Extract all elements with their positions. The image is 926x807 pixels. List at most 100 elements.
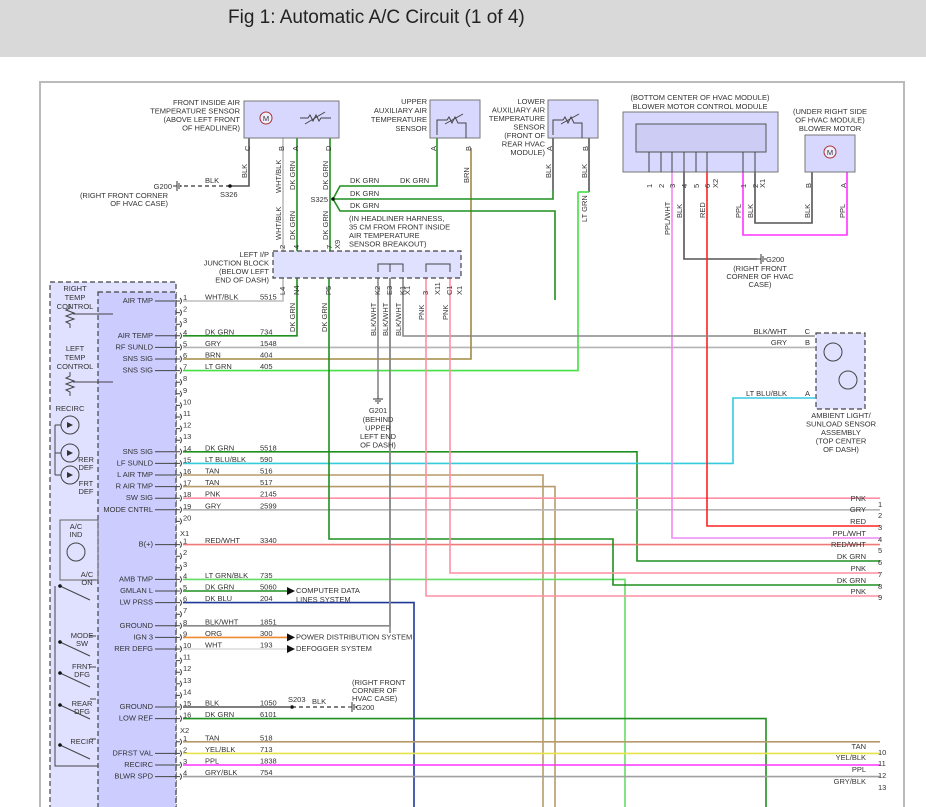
circuit-number: 754 — [260, 768, 273, 777]
pin-function-label: SNS SIG — [123, 447, 154, 456]
blower-motor-label: BLOWER MOTOR — [799, 124, 862, 133]
right-connector-wire-label: PPL/WHT — [833, 529, 867, 538]
pin-terminal — [176, 564, 182, 572]
right-connector-wire-label: GRY — [850, 505, 866, 514]
wire-color-label: BLK/WHT — [754, 327, 788, 336]
circuit-number: 518 — [260, 733, 273, 742]
wire-color-label: PNK — [417, 305, 426, 320]
right-connector-wire-label: DK GRN — [837, 552, 866, 561]
blower-module-pin: 1 — [645, 184, 654, 188]
pin-terminal — [176, 471, 182, 479]
switch-pivot — [58, 703, 62, 707]
wire-color-label: TAN — [205, 733, 219, 742]
wire-color-label: DK GRN — [205, 583, 234, 592]
pin-number: 15 — [183, 699, 191, 708]
pin-number: 14 — [183, 687, 191, 696]
pin-number: 2 — [183, 548, 187, 557]
pin-label: B — [581, 146, 590, 151]
circuit-number: 2599 — [260, 501, 277, 510]
right-connector-pin: 11 — [878, 759, 886, 768]
pin-function-label: AIR TMP — [123, 296, 153, 305]
upper-aux-sensor-label: SENSOR — [395, 124, 427, 133]
frnt-dfg-label: DFG — [74, 670, 90, 679]
pin-function-label: SW SIG — [126, 493, 153, 502]
pin-terminal — [176, 645, 182, 653]
pin-function-label: AMB TMP — [119, 574, 153, 583]
splice-s325 — [331, 197, 335, 201]
right-temp-control-label: TEMP — [65, 293, 86, 302]
circuit-number: 5060 — [260, 583, 277, 592]
junction-bottom-pin: E3 — [385, 286, 394, 295]
pin-terminal — [176, 657, 182, 664]
pin-number: 18 — [183, 490, 191, 499]
pin-terminal — [176, 332, 182, 340]
ambient-sensor-label: OF DASH) — [823, 445, 859, 454]
pin-terminal — [176, 483, 182, 490]
lower-aux-air-sensor — [547, 99, 599, 139]
pin-terminal — [176, 436, 182, 444]
right-connector-pin: 10 — [878, 748, 886, 757]
pin-terminal — [176, 738, 182, 746]
pin-number: 7 — [183, 363, 187, 372]
ground-label: G200 — [154, 182, 172, 191]
upper-aux-sensor-label: UPPER — [401, 97, 427, 106]
circuit-number: 5518 — [260, 443, 277, 452]
right-connector-pin: 9 — [878, 593, 882, 602]
wire-color-label: BRN — [462, 167, 471, 183]
wire-color-label: DK GRN — [205, 710, 234, 719]
rear-dfg-label: DFG — [74, 707, 90, 716]
left-temp-control-label: CONTROL — [57, 362, 94, 371]
wire-color-label: PPL/WHT — [663, 201, 672, 235]
wire-color-label: DK GRN — [205, 327, 234, 336]
ground-location: HVAC CASE) — [352, 694, 398, 703]
circuit-number: 1851 — [260, 617, 277, 626]
junction-top-pin: 2 — [278, 245, 287, 249]
circuit-number: 204 — [260, 594, 273, 603]
pin-number: 11 — [183, 409, 191, 418]
pin-function-label: DFRST VAL — [112, 748, 153, 757]
wire-color-label: DK GRN — [321, 161, 330, 190]
wire-color-label: LT BLU/BLK — [746, 389, 787, 398]
wire-color-label: WHT/BLK — [274, 207, 283, 240]
pin-terminal — [176, 599, 182, 606]
junction-bottom-pin: X11 — [433, 282, 442, 295]
wire-color-label: RED/WHT — [205, 536, 240, 545]
ground-label: G200 — [766, 255, 784, 264]
front-sensor-pin: C — [243, 145, 252, 151]
ground-g200-icon — [173, 181, 182, 191]
blower-module-label: (BOTTOM CENTER OF HVAC MODULE) — [631, 93, 770, 102]
pin-terminal — [176, 506, 182, 514]
circuit-number: 1050 — [260, 699, 277, 708]
motor-glyph: M — [263, 114, 269, 123]
pin-number: 9 — [183, 386, 187, 395]
pin-function-label: L AIR TMP — [117, 470, 153, 479]
wire-color-label: BRN — [205, 351, 221, 360]
pin-number: 14 — [183, 444, 191, 453]
pin-number: 11 — [183, 653, 191, 662]
pin-terminal — [176, 413, 182, 421]
wire-color-label: BLK/WHT — [394, 302, 403, 336]
pin-number: 1 — [183, 734, 187, 743]
right-connector-wire-label: PNK — [851, 494, 866, 503]
pin-function-label: LF SUNLD — [117, 458, 154, 467]
wire-color-label: WHT/BLK — [205, 293, 238, 302]
wire-junction-3 — [425, 278, 880, 597]
pin-terminal — [176, 355, 182, 363]
ground-icon — [348, 702, 357, 712]
pin-label: B — [804, 183, 813, 188]
circuit-number: 1838 — [260, 757, 277, 766]
wire-color-label: BLK — [240, 164, 249, 178]
circuit-number: 6101 — [260, 710, 277, 719]
blower-module-pin: 3 — [668, 184, 677, 188]
pin-number: 6 — [183, 595, 187, 604]
wire-color-label: GRY — [205, 501, 221, 510]
blower-module-pin: 1 — [739, 184, 748, 188]
wire-color-label: DK GRN — [321, 211, 330, 240]
wire-color-label: GRY — [205, 339, 221, 348]
ground-location: OF DASH) — [360, 441, 396, 450]
blower-module-pin: 5 — [692, 184, 701, 188]
wire-color-label: DK GRN — [400, 176, 429, 185]
circuit-number: 590 — [260, 455, 273, 464]
ambient-light-sunload-sensor — [815, 332, 866, 410]
junction-bottom-pin: L4 — [278, 287, 287, 295]
